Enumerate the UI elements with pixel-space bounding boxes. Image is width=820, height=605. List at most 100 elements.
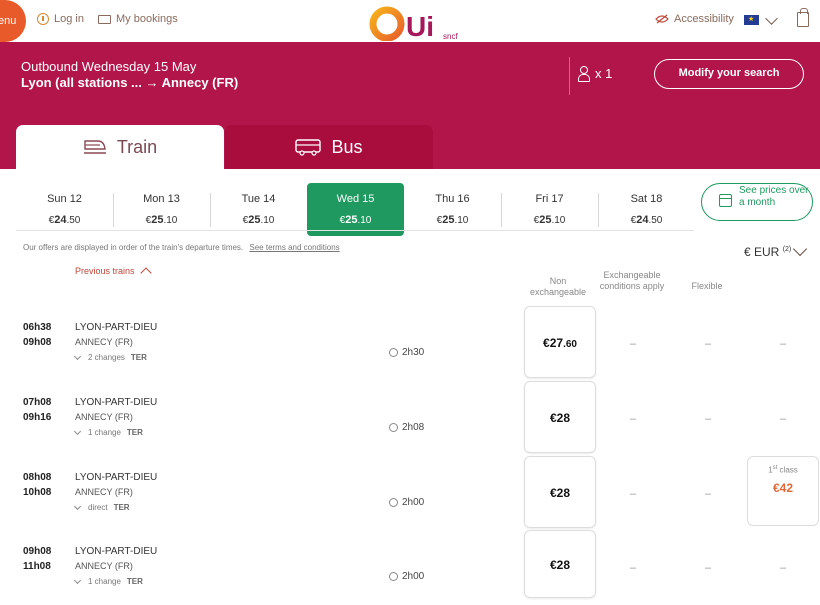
date-price: €25.10 — [533, 214, 566, 226]
clock-icon — [389, 498, 398, 507]
chevron-down-icon — [73, 427, 82, 435]
month-prices-label: See prices over a month — [739, 185, 809, 208]
accessibility-label: Accessibility — [674, 13, 734, 25]
chevron-down-icon — [73, 502, 82, 510]
date-tue-14[interactable]: Tue 14 €25.10 — [210, 183, 307, 236]
chevron-down-icon[interactable] — [792, 241, 808, 257]
eye-icon — [655, 14, 669, 24]
train-row[interactable]: 07h08 09h16 LYON-PART-DIEU ANNECY (FR) 1… — [0, 381, 820, 456]
date-wed-15-selected[interactable]: Wed 15 €25.10 — [307, 183, 404, 236]
user-icon — [37, 13, 49, 25]
previous-trains-link[interactable]: Previous trains — [75, 265, 152, 279]
duration-label: 2h08 — [402, 422, 425, 433]
date-price: €25.10 — [145, 214, 178, 226]
train-row[interactable]: 06h38 09h08 LYON-PART-DIEU ANNECY (FR) 2… — [0, 306, 820, 381]
price-flexible: – — [705, 562, 712, 574]
departure-time: 06h38 — [23, 322, 52, 333]
arrival-time: 09h08 — [23, 337, 52, 348]
logo-text: Ui — [406, 11, 434, 41]
price-non-exchangeable-button[interactable]: €28 — [524, 530, 596, 598]
terms-link[interactable]: See terms and conditions — [249, 243, 339, 252]
previous-trains-label: Previous trains — [75, 266, 135, 276]
passenger-count: x 1 — [578, 66, 612, 82]
train-icon — [83, 140, 106, 154]
divider — [16, 230, 694, 231]
first-class-price-button[interactable]: 1st class €42 — [747, 456, 819, 526]
date-label: Fri 17 — [535, 193, 564, 205]
price-flexible: – — [705, 413, 712, 425]
date-thu-16[interactable]: Thu 16 €25.10 — [404, 183, 501, 236]
origin-station: LYON-PART-DIEU — [75, 397, 158, 408]
train-row[interactable]: 08h08 10h08 LYON-PART-DIEU ANNECY (FR) d… — [0, 456, 820, 531]
my-bookings-link[interactable]: My bookings — [98, 13, 178, 25]
arrival-time: 10h08 — [23, 487, 52, 498]
route: Lyon (all stations ... → Annecy (FR) — [21, 75, 239, 90]
eu-flag-icon[interactable] — [744, 15, 759, 25]
calendar-icon — [719, 194, 732, 207]
clock-icon — [389, 423, 398, 432]
price-exchangeable: – — [630, 338, 637, 350]
outbound-date: Outbound Wednesday 15 May — [21, 59, 197, 74]
destination-station: ANNECY (FR) — [75, 337, 133, 347]
chevron-down-icon — [73, 576, 82, 584]
train-row[interactable]: 09h08 11h08 LYON-PART-DIEU ANNECY (FR) 1… — [0, 530, 820, 605]
date-price: €24.50 — [630, 214, 663, 226]
departure-time: 08h08 — [23, 472, 52, 483]
price-flexible: – — [705, 338, 712, 350]
changes-label: direct — [88, 503, 108, 512]
chevron-down-icon[interactable] — [765, 12, 778, 25]
see-prices-month-button[interactable]: See prices over a month — [701, 183, 813, 221]
date-label: Thu 16 — [435, 193, 470, 205]
tab-train[interactable]: Train — [16, 125, 224, 169]
destination-station: ANNECY (FR) — [75, 412, 133, 422]
changes-toggle[interactable]: 1 change TER — [73, 576, 143, 586]
train-type: TER — [113, 503, 130, 512]
price-non-exchangeable-button[interactable]: €28 — [524, 456, 596, 528]
bus-icon — [295, 139, 322, 156]
column-header-flexible: Flexible — [691, 281, 723, 291]
currency-note: (2) — [782, 246, 792, 253]
price-non-exchangeable-button[interactable]: €28 — [524, 381, 596, 453]
changes-label: 2 changes — [88, 353, 125, 362]
train-type: TER — [126, 428, 143, 437]
currency-label: € EUR — [744, 245, 780, 259]
bookings-label: My bookings — [116, 13, 178, 25]
date-label: Mon 13 — [143, 193, 180, 205]
basket-icon[interactable] — [797, 8, 809, 27]
price-non-exchangeable-button[interactable]: €27.60 — [524, 306, 596, 378]
departure-time: 07h08 — [23, 397, 52, 408]
duration-label: 2h00 — [402, 571, 425, 582]
arrival-time: 09h16 — [23, 412, 52, 423]
oui-logo[interactable]: Ui sncf — [368, 3, 468, 42]
login-link[interactable]: Log in — [37, 13, 84, 25]
changes-toggle[interactable]: 2 changes TER — [73, 352, 147, 362]
price-first-class: – — [780, 338, 787, 350]
column-header-non-exchangeable: Non exchangeable — [529, 276, 587, 297]
duration: 2h00 — [389, 571, 424, 582]
date-label: Tue 14 — [241, 193, 276, 205]
date-mon-13[interactable]: Mon 13 €25.10 — [113, 183, 210, 236]
date-sat-18[interactable]: Sat 18 €24.50 — [598, 183, 695, 236]
changes-toggle[interactable]: direct TER — [73, 502, 130, 512]
departure-time: 09h08 — [23, 546, 52, 557]
duration-label: 2h30 — [402, 347, 425, 358]
destination-station: ANNECY (FR) — [75, 561, 133, 571]
date-sun-12[interactable]: Sun 12 €24.50 — [16, 183, 113, 236]
price-first-class: – — [780, 413, 787, 425]
origin-station: LYON-PART-DIEU — [75, 546, 158, 557]
origin-station: LYON-PART-DIEU — [75, 322, 158, 333]
date-fri-17[interactable]: Fri 17 €25.10 — [501, 183, 598, 236]
duration: 2h30 — [389, 347, 424, 358]
modify-search-button[interactable]: Modify your search — [654, 59, 804, 89]
logo-sub: sncf — [443, 32, 458, 41]
menu-button[interactable]: enu — [0, 0, 26, 42]
tab-bus-label: Bus — [331, 136, 363, 157]
login-label: Log in — [54, 13, 84, 25]
currency-selector[interactable]: € EUR (2) — [744, 245, 791, 259]
accessibility-link[interactable]: Accessibility — [655, 13, 734, 25]
changes-toggle[interactable]: 1 change TER — [73, 427, 143, 437]
offers-info: Our offers are displayed in order of the… — [23, 243, 340, 252]
duration: 2h00 — [389, 497, 424, 508]
tab-bus[interactable]: Bus — [225, 125, 433, 169]
changes-label: 1 change — [88, 428, 121, 437]
